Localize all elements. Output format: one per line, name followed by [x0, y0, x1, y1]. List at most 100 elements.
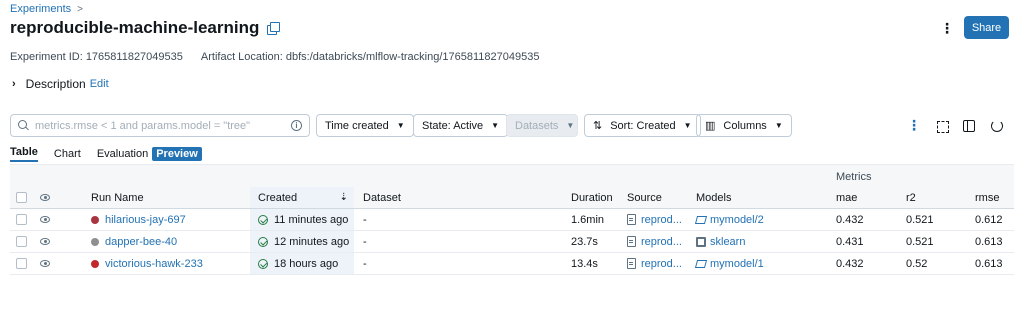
breadcrumb-experiments-link[interactable]: Experiments: [10, 3, 71, 15]
artifact-location: Artifact Location: dbfs:/databricks/mlfl…: [201, 51, 540, 63]
duration-value: 13.4s: [571, 257, 598, 270]
col-header-duration[interactable]: Duration: [571, 187, 613, 208]
state-dropdown[interactable]: State: Active ▼: [413, 114, 509, 137]
success-check-icon: [258, 258, 268, 269]
description-edit-link[interactable]: Edit: [90, 78, 109, 90]
description-toggle[interactable]: › Description Edit: [12, 77, 109, 91]
search-box[interactable]: i: [10, 114, 310, 137]
run-name-cell: dapper-bee-40: [91, 231, 177, 252]
source-cell: reprod...: [627, 209, 682, 230]
preview-badge: Preview: [152, 147, 202, 161]
visibility-toggle-all-icon[interactable]: [40, 187, 50, 208]
created-cell: 18 hours ago: [250, 253, 354, 274]
metrics-group-label: Metrics: [836, 171, 872, 183]
sklearn-icon: [696, 236, 706, 247]
table-header-row: Run Name Created ⇣ Dataset Duration Sour…: [10, 187, 1014, 209]
search-icon: [18, 120, 29, 131]
datasets-label: Datasets: [515, 119, 559, 132]
visibility-eye-icon[interactable]: [40, 209, 50, 230]
table-row[interactable]: hilarious-jay-697 11 minutes ago - 1.6mi…: [10, 209, 1014, 231]
runs-table: Metrics Run Name Created ⇣ Dataset Durat…: [10, 164, 1014, 275]
mae-value: 0.431: [836, 235, 864, 248]
visibility-eye-icon[interactable]: [40, 253, 50, 274]
mae-value: 0.432: [836, 213, 864, 226]
source-link[interactable]: reprod...: [641, 258, 682, 270]
chevron-down-icon: ▼: [396, 121, 405, 130]
table-row[interactable]: victorious-hawk-233 18 hours ago - 13.4s…: [10, 253, 1014, 275]
table-group-header: Metrics: [10, 164, 1014, 187]
notebook-icon: [627, 258, 636, 269]
model-link[interactable]: mymodel/1: [710, 258, 764, 270]
col-header-source[interactable]: Source: [627, 187, 662, 208]
sort-dropdown[interactable]: ⇅ Sort: Created ▼: [584, 114, 701, 137]
select-all-checkbox[interactable]: [16, 187, 27, 208]
created-cell: 11 minutes ago: [250, 209, 354, 230]
tab-evaluation[interactable]: Evaluation: [97, 148, 148, 160]
time-created-label: Time created: [325, 119, 389, 132]
row-checkbox[interactable]: [16, 231, 27, 252]
run-name-link[interactable]: hilarious-jay-697: [105, 214, 186, 226]
col-header-models[interactable]: Models: [696, 187, 731, 208]
chevron-down-icon: ▼: [683, 121, 692, 130]
sidebar-toggle-icon[interactable]: [963, 120, 975, 132]
chevron-down-icon: ▼: [491, 121, 500, 130]
columns-label: Columns: [723, 119, 767, 132]
sort-label: Sort: Created: [610, 119, 676, 132]
title-row: reproducible-machine-learning: [10, 18, 281, 38]
rmse-value: 0.613: [975, 257, 1003, 270]
col-header-created[interactable]: Created ⇣: [250, 187, 354, 208]
run-name-cell: victorious-hawk-233: [91, 253, 203, 274]
sort-icon: ⇅: [593, 120, 603, 132]
page-title: reproducible-machine-learning: [10, 18, 260, 37]
experiment-id-label: Experiment ID:: [10, 51, 83, 63]
refresh-icon[interactable]: [991, 120, 1003, 132]
kebab-menu-icon[interactable]: ⋮: [940, 21, 954, 35]
col-header-rmse[interactable]: rmse: [975, 187, 999, 208]
dataset-value: -: [363, 235, 367, 248]
info-icon[interactable]: i: [291, 120, 302, 131]
visibility-eye-icon[interactable]: [40, 231, 50, 252]
dataset-value: -: [363, 213, 367, 226]
experiment-id: Experiment ID: 1765811827049535: [10, 51, 183, 63]
tab-chart[interactable]: Chart: [54, 148, 81, 160]
chevron-right-icon: >: [77, 3, 83, 15]
source-link[interactable]: reprod...: [641, 214, 682, 226]
datasets-dropdown: Datasets ▼: [506, 114, 578, 137]
run-name-link[interactable]: dapper-bee-40: [105, 236, 177, 248]
col-header-created-label: Created: [258, 191, 298, 204]
row-checkbox[interactable]: [16, 209, 27, 230]
col-header-r2[interactable]: r2: [906, 187, 916, 208]
run-name-link[interactable]: victorious-hawk-233: [105, 258, 203, 270]
col-header-mae[interactable]: mae: [836, 187, 857, 208]
copy-icon[interactable]: [267, 22, 281, 35]
search-input[interactable]: [35, 119, 285, 132]
rmse-value: 0.613: [975, 235, 1003, 248]
columns-dropdown[interactable]: ▥ Columns ▼: [696, 114, 792, 137]
rmse-value: 0.612: [975, 213, 1003, 226]
tab-table[interactable]: Table: [10, 146, 38, 162]
model-link[interactable]: sklearn: [710, 236, 745, 248]
success-check-icon: [258, 236, 268, 247]
col-header-run-name[interactable]: Run Name: [91, 187, 144, 208]
vertical-dots-icon[interactable]: ⋮: [907, 118, 921, 133]
source-link[interactable]: reprod...: [641, 236, 682, 248]
description-label: Description: [25, 77, 86, 91]
fullscreen-icon[interactable]: [935, 119, 949, 133]
chevron-down-icon: ▼: [774, 121, 783, 130]
r2-value: 0.52: [906, 257, 928, 270]
experiment-id-value: 1765811827049535: [85, 51, 183, 63]
table-row[interactable]: dapper-bee-40 12 minutes ago - 23.7s rep…: [10, 231, 1014, 253]
row-checkbox[interactable]: [16, 253, 27, 274]
col-header-dataset[interactable]: Dataset: [363, 187, 401, 208]
models-cell: sklearn: [696, 231, 745, 252]
mae-value: 0.432: [836, 257, 864, 270]
share-button[interactable]: Share: [964, 16, 1009, 39]
model-icon: [696, 259, 706, 268]
duration-value: 1.6min: [571, 213, 605, 226]
breadcrumb: Experiments >: [10, 3, 83, 15]
models-cell: mymodel/2: [696, 209, 764, 230]
time-created-dropdown[interactable]: Time created ▼: [316, 114, 414, 137]
run-color-dot: [91, 259, 99, 268]
model-link[interactable]: mymodel/2: [710, 214, 764, 226]
state-label: State: Active: [422, 119, 484, 132]
